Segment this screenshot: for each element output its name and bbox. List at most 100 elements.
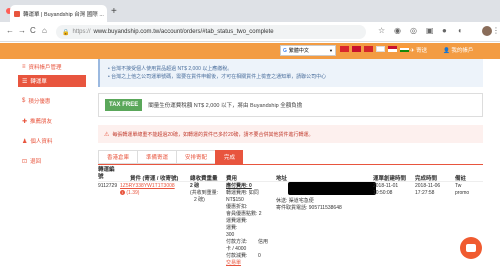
url-scheme: https:// — [72, 29, 91, 35]
created-date: 2018-11-01 — [373, 183, 399, 189]
box-icon: ☰ — [22, 78, 28, 85]
sidebar-item-label: 資料帳戶管理 — [28, 65, 62, 71]
back-icon[interactable]: ← — [6, 26, 14, 35]
tab-prepare[interactable]: 準備寄運 — [137, 150, 177, 164]
reload-icon[interactable]: C — [30, 26, 36, 35]
column-header-id: 轉運編 號 — [98, 167, 115, 181]
tracking-sub: ! (1.39) — [120, 190, 139, 197]
fee-line: 0 — [258, 253, 261, 259]
fee-line: 300 — [226, 232, 235, 238]
profile-avatar[interactable] — [482, 26, 492, 36]
created-time: 10:50:08 — [373, 190, 393, 196]
completed-time: 17:27:58 — [415, 190, 435, 196]
sidebar-item-profile[interactable]: ♟ 個人資料 — [18, 135, 86, 147]
star-icon[interactable]: ☆ — [378, 26, 385, 35]
fee-line: 轉運費用: 如同 — [226, 190, 259, 196]
tracking-number-link[interactable]: 1Z5RY338YW1T1T3008 — [120, 183, 175, 190]
google-translate-icon: G — [283, 47, 287, 54]
dollar-icon: $ — [22, 98, 26, 104]
flag-hk-icon[interactable] — [352, 46, 361, 52]
weight-warning: ⚠ 每張轉運單總重不能超過20磅，如轉運的貨件已多於20磅，請不要合併其他貨件進… — [98, 125, 483, 143]
sidebar-item-label: 轉運單 — [30, 79, 47, 85]
gift-icon: ✚ — [22, 118, 28, 125]
address-line: 休送: 渠道宅急便 — [276, 198, 314, 204]
sidebar-item-label: 退回 — [30, 159, 42, 165]
fee-line: 運費運費: — [226, 218, 248, 224]
fee-line: 卡 / 4000 — [226, 246, 247, 252]
return-icon: ⊡ — [22, 158, 28, 165]
fee-total: 應付費用: 0 — [226, 183, 252, 189]
sidebar-item-label: 積分優惠 — [28, 99, 51, 105]
user-icon: ≡ — [22, 64, 26, 70]
tab-arrange[interactable]: 安排寄配 — [176, 150, 216, 164]
fee-line: 會員優惠點數: 2 — [226, 211, 262, 217]
fee-line: 付款方法: — [226, 239, 248, 245]
tax-free-badge: TAX FREE — [105, 99, 143, 111]
info-notice: • 台灣不接受個人使用貨品超過 NT$ 2,000 以上應繳稅。 • 台灣之上他… — [98, 59, 483, 87]
sidebar-item-return[interactable]: ⊡ 退回 — [18, 155, 86, 167]
tabs-underline — [98, 164, 483, 165]
fee-line: 信用 — [258, 239, 269, 245]
fee-line: NT$150 — [226, 197, 244, 203]
notice-line: • 台灣不接受個人使用貨品超過 NT$ 2,000 以上應繳稅。 — [108, 66, 233, 72]
order-status-tabs: 香港倉庫 準備寄運 安排寄配 完成 — [98, 150, 244, 164]
sidebar-item-points[interactable]: $ 積分優惠 — [18, 95, 86, 107]
flag-sg-icon[interactable] — [388, 46, 397, 52]
tracking-sub-value: (1.39) — [126, 190, 140, 196]
header-link-my-account[interactable]: 👤 我的帳戶 — [443, 46, 473, 54]
extension-icon-3[interactable]: ▣ — [426, 26, 434, 35]
tab-warehouse[interactable]: 香港倉庫 — [98, 150, 138, 164]
weight-detail: (共收到重量: — [190, 190, 219, 196]
sidebar-item-referral[interactable]: ✚ 推薦朋友 — [18, 115, 86, 127]
extension-icon-2[interactable]: ◎ — [410, 26, 417, 35]
extension-icon[interactable]: ◉ — [394, 26, 401, 35]
weight-detail: 2 磅) — [194, 197, 205, 203]
warning-icon: ⚠ — [104, 131, 110, 138]
flag-cn-icon[interactable] — [364, 46, 373, 52]
note-line: promo — [455, 190, 470, 196]
fee-line: 付款減費: — [226, 253, 248, 259]
address-line: 寄件取貨電話: 905711538648 — [276, 205, 342, 211]
weight-value: 2 磅 — [190, 183, 200, 189]
tab-completed[interactable]: 完成 — [215, 150, 244, 164]
fee-line: 優惠折扣: — [226, 204, 248, 210]
address-bar-row: ← → C ⌂ 🔒 https://www.buyandship.com.tw/… — [0, 22, 500, 42]
browser-tab[interactable]: 轉運單 | Buyandship 台灣 國際 ... × — [10, 5, 107, 22]
url-field[interactable]: 🔒 https://www.buyandship.com.tw/account/… — [56, 25, 366, 39]
menu-icon[interactable]: ⋮ — [492, 26, 500, 35]
column-header-id-line: 轉運編 — [98, 167, 115, 173]
language-label: 繁體中文 — [288, 48, 309, 54]
favicon-icon — [14, 10, 20, 17]
note-line: Tw — [455, 183, 462, 189]
chevron-down-icon: ▼ — [329, 48, 333, 53]
redacted-address — [288, 182, 376, 195]
chat-icon — [466, 244, 476, 252]
browser-tab-bar: 轉運單 | Buyandship 台灣 國際 ... × + — [0, 0, 500, 22]
sidebar-item-account[interactable]: ≡ 資料帳戶管理 — [18, 61, 86, 73]
lock-icon: 🔒 — [62, 29, 70, 36]
order-id: 9112729 — [98, 183, 118, 189]
fee-line: 運費: — [226, 225, 238, 231]
chat-button[interactable] — [460, 237, 482, 259]
header-link-ship[interactable]: ✈ 寄送 — [410, 46, 427, 54]
country-flags — [340, 46, 409, 52]
sidebar-item-label: 推薦朋友 — [30, 119, 53, 125]
flag-tw-icon[interactable] — [340, 46, 349, 52]
tax-free-text: 閣量生份運費稅額 NT$ 2,000 以下，將由 Buyandship 全額負擔 — [148, 103, 303, 109]
tab-title: 轉運單 | Buyandship 台灣 國際 ... — [23, 11, 104, 18]
language-select[interactable]: G 繁體中文 ▼ — [280, 45, 336, 56]
transaction-link[interactable]: 交易單 — [226, 260, 241, 267]
flag-in-icon[interactable] — [400, 46, 409, 52]
alert-icon: ! — [120, 190, 125, 195]
extension-icon-4[interactable]: ● — [442, 26, 447, 35]
flag-jp-icon[interactable] — [376, 46, 385, 52]
completed-date: 2018-11-06 — [415, 183, 441, 189]
forward-icon[interactable]: → — [18, 26, 26, 35]
home-icon[interactable]: ⌂ — [42, 26, 47, 35]
tax-free-banner: TAX FREE 閣量生份運費稅額 NT$ 2,000 以下，將由 Buyand… — [98, 93, 483, 117]
person-icon: ♟ — [22, 138, 28, 145]
sidebar-item-orders[interactable]: ☰ 轉運單 — [18, 75, 86, 87]
new-tab-button[interactable]: + — [111, 6, 117, 17]
sidebar-item-label: 個人資料 — [30, 139, 53, 145]
extension-icon-5[interactable]: ◐ — [458, 26, 463, 35]
